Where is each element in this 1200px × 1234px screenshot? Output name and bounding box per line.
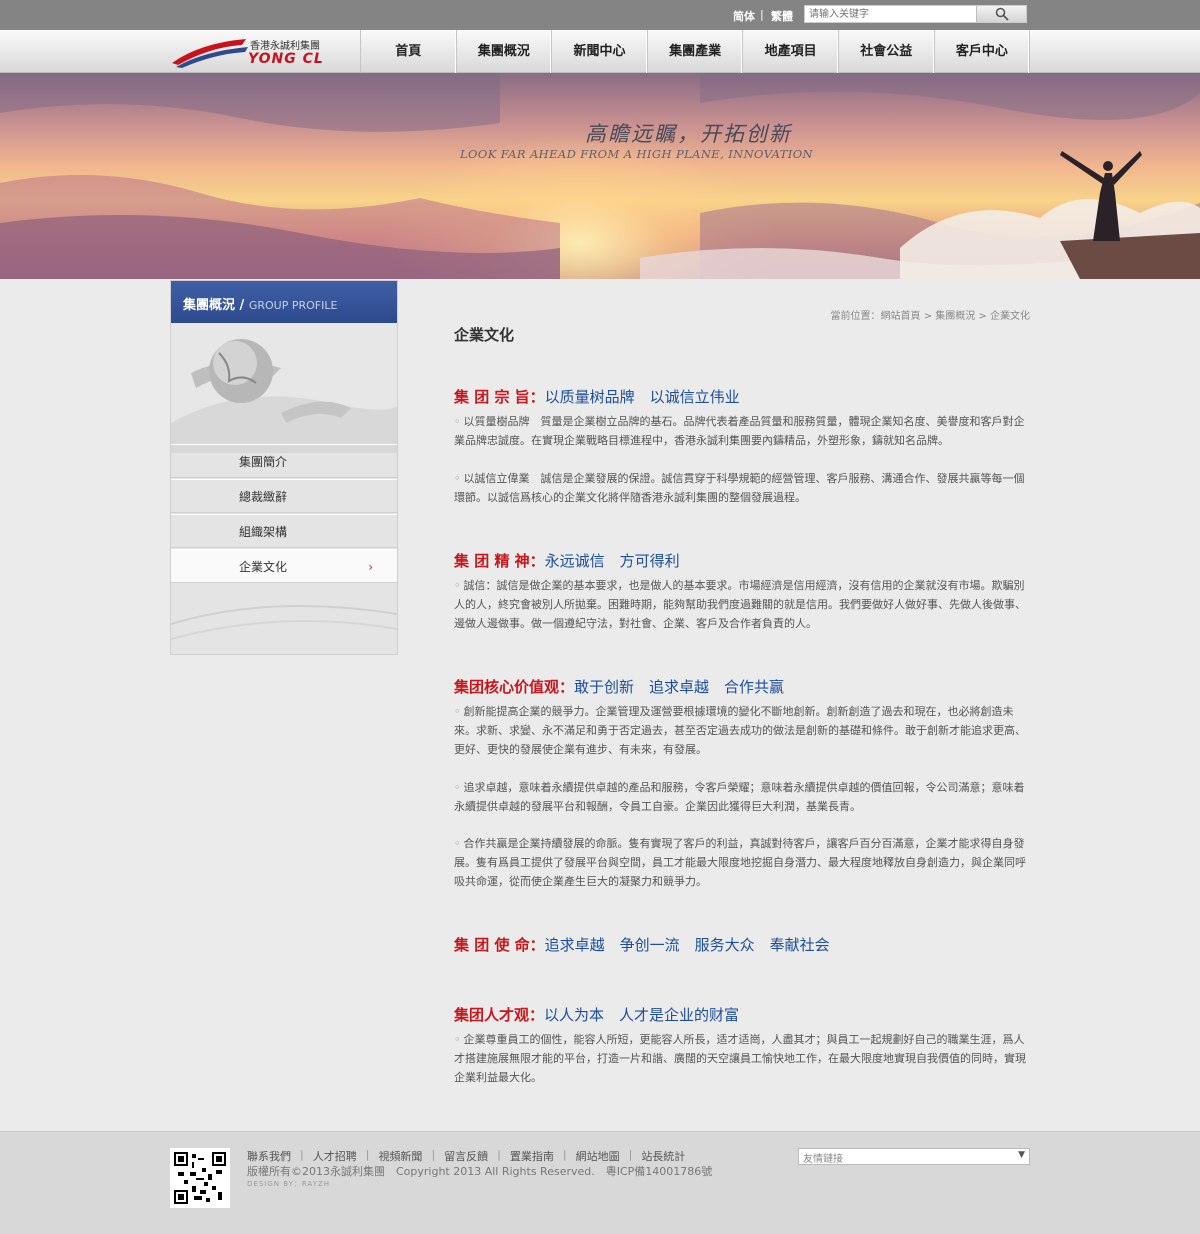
- footer-link-separator: |: [365, 1148, 370, 1161]
- section-key: 集 团 使 命：: [454, 936, 545, 954]
- qr-code-icon: [170, 1148, 230, 1208]
- section-heading-spirit: 集 团 精 神：永远诚信 方可得利: [454, 550, 680, 571]
- footer-link-sitemap[interactable]: 網站地圖: [576, 1148, 620, 1164]
- footer-link-recruitment[interactable]: 人才招聘: [313, 1148, 357, 1164]
- paragraph: 企業尊重員工的個性，能容人所短，更能容人所長，适才适崗，人盡其才；與員工一起規劃…: [454, 1030, 1030, 1087]
- paragraph: 創新能提高企業的競爭力。企業管理及運營要根據環境的變化不斷地創新。創新創造了過去…: [454, 702, 1030, 759]
- lang-simplified-link[interactable]: 简体: [733, 8, 755, 24]
- banner-slogan-en: LOOK FAR AHEAD FROM A HIGH PLANE, INNOVA…: [460, 147, 813, 161]
- section-heading-mission: 集 团 使 命：追求卓越 争创一流 服务大众 奉献社会: [454, 934, 830, 955]
- paragraph: 追求卓越，意味着永續提供卓越的產品和服務，令客戶榮耀；意味着永續提供卓越的價值回…: [454, 778, 1030, 816]
- sidebar-title-en: GROUP PROFILE: [248, 299, 338, 312]
- footer-link-separator: |: [300, 1148, 304, 1161]
- section-value: 永远诚信 方可得利: [544, 552, 680, 570]
- chevron-down-icon: ▼: [1018, 1150, 1025, 1160]
- section-heading-core-values: 集团核心价值观：敢于创新 追求卓越 合作共赢: [454, 676, 784, 697]
- footer-link-separator: |: [562, 1148, 567, 1161]
- nav-item-industries[interactable]: 集團產業: [648, 30, 744, 73]
- nav-item-news[interactable]: 新聞中心: [552, 30, 648, 73]
- section-key: 集团核心价值观：: [454, 678, 575, 696]
- footer-link-separator: |: [431, 1148, 436, 1161]
- friend-links-select[interactable]: 友情鏈接 ▼: [798, 1148, 1030, 1165]
- paragraph: 以質量樹品牌 質量是企業樹立品牌的基石。品牌代表着產品質量和服務質量，體現企業知…: [454, 412, 1030, 450]
- sidebar-item-organization[interactable]: 組織架構: [171, 514, 397, 548]
- nav-item-customer[interactable]: 客戶中心: [935, 30, 1031, 73]
- search-button[interactable]: [976, 6, 1026, 22]
- sidebar: 集團概況 / GROUP PROFILE 集團簡介 總裁緻辭 組織架構 企業文化…: [170, 280, 398, 655]
- nav-item-home[interactable]: 首頁: [361, 30, 457, 73]
- section-value: 以质量树品牌 以诚信立伟业: [544, 388, 740, 406]
- lang-traditional-link[interactable]: 繁體: [771, 8, 793, 24]
- footer-link-separator: |: [497, 1148, 501, 1161]
- footer-link-video-news[interactable]: 視頻新聞: [378, 1148, 422, 1164]
- sidebar-item-label: 企業文化: [239, 560, 288, 574]
- footer-link-statistics[interactable]: 站長統計: [641, 1148, 685, 1164]
- footer-link-contact[interactable]: 聯系我們: [247, 1148, 291, 1164]
- section-key: 集团人才观：: [454, 1006, 545, 1024]
- footer-links: 聯系我們 | 人才招聘 | 視頻新聞 | 留言反饋 | 置業指南 | 網站地圖 | 站長統計: [247, 1148, 685, 1164]
- search-icon: [995, 7, 1009, 21]
- footer-link-property-guide[interactable]: 置業指南: [510, 1148, 554, 1164]
- paragraph: 以誠信立偉業 誠信是企業發展的保證。誠信貫穿于科學規範的經營管理、客戶服務、溝通…: [454, 469, 1030, 507]
- section-value: 敢于创新 追求卓越 合作共赢: [574, 678, 785, 696]
- page-title: 企業文化: [454, 326, 515, 344]
- logo-name-cn: 香港永誠利集團: [250, 41, 320, 52]
- sidebar-item-president-speech[interactable]: 總裁緻辭: [171, 479, 397, 513]
- banner-mountains-image: [0, 73, 1200, 279]
- section-value: 追求卓越 争创一流 服务大众 奉献社会: [544, 936, 830, 954]
- footer-link-separator: |: [628, 1148, 633, 1161]
- copyright: 版權所有©2013永誠利集團 Copyright 2013 All Rights…: [247, 1165, 713, 1178]
- nav-item-real-estate[interactable]: 地產項目: [743, 30, 839, 73]
- section-heading-purpose: 集 团 宗 旨：以质量树品牌 以诚信立伟业: [454, 386, 740, 407]
- sidebar-title: 集團概況 /: [183, 298, 245, 313]
- section-key: 集 团 宗 旨：: [454, 388, 545, 406]
- search-input[interactable]: [805, 6, 977, 22]
- sidebar-decoration: [171, 605, 397, 640]
- main-nav: 首頁 集團概況 新聞中心 集團產業 地產項目 社會公益 客戶中心: [360, 30, 1031, 73]
- banner: 高瞻远瞩，开拓创新 LOOK FAR AHEAD FROM A HIGH PLA…: [0, 73, 1200, 279]
- sidebar-header: 集團概況 / GROUP PROFILE: [171, 281, 397, 323]
- chevron-right-icon: ›: [368, 560, 373, 574]
- section-heading-talent: 集团人才观：以人为本 人才是企业的财富: [454, 1004, 739, 1025]
- lang-separator: |: [760, 8, 764, 21]
- nav-item-group-profile[interactable]: 集團概況: [457, 30, 553, 73]
- logo[interactable]: 香港永誠利集團 YONG CL: [170, 35, 330, 69]
- paragraph: 誠信：誠信是做企業的基本要求，也是做人的基本要求。市場經濟是信用經濟，沒有信用的…: [454, 576, 1030, 633]
- paragraph: 合作共贏是企業持續發展的命脈。隻有實現了客戶的利益，真誠對待客戶，讓客戶百分百滿…: [454, 834, 1030, 891]
- design-credit: DESIGN BY：RAYZH: [247, 1180, 331, 1188]
- logo-name-en: YONG CL: [248, 51, 324, 67]
- sidebar-item-corporate-culture[interactable]: 企業文化 ›: [171, 549, 397, 583]
- search-box: [804, 5, 1027, 23]
- globe-image: [171, 323, 397, 453]
- footer-link-feedback[interactable]: 留言反饋: [444, 1148, 488, 1164]
- section-key: 集 团 精 神：: [454, 552, 545, 570]
- breadcrumb: 當前位置：網站首頁 > 集團概況 > 企業文化: [830, 311, 1030, 322]
- nav-item-charity[interactable]: 社會公益: [839, 30, 935, 73]
- sidebar-item-group-intro[interactable]: 集團簡介: [171, 444, 397, 478]
- logo-swoosh-icon: [172, 39, 248, 68]
- friend-links-label: 友情鏈接: [803, 1154, 843, 1165]
- banner-slogan: 高瞻远瞩，开拓创新: [585, 122, 792, 146]
- section-value: 以人为本 人才是企业的财富: [544, 1006, 740, 1024]
